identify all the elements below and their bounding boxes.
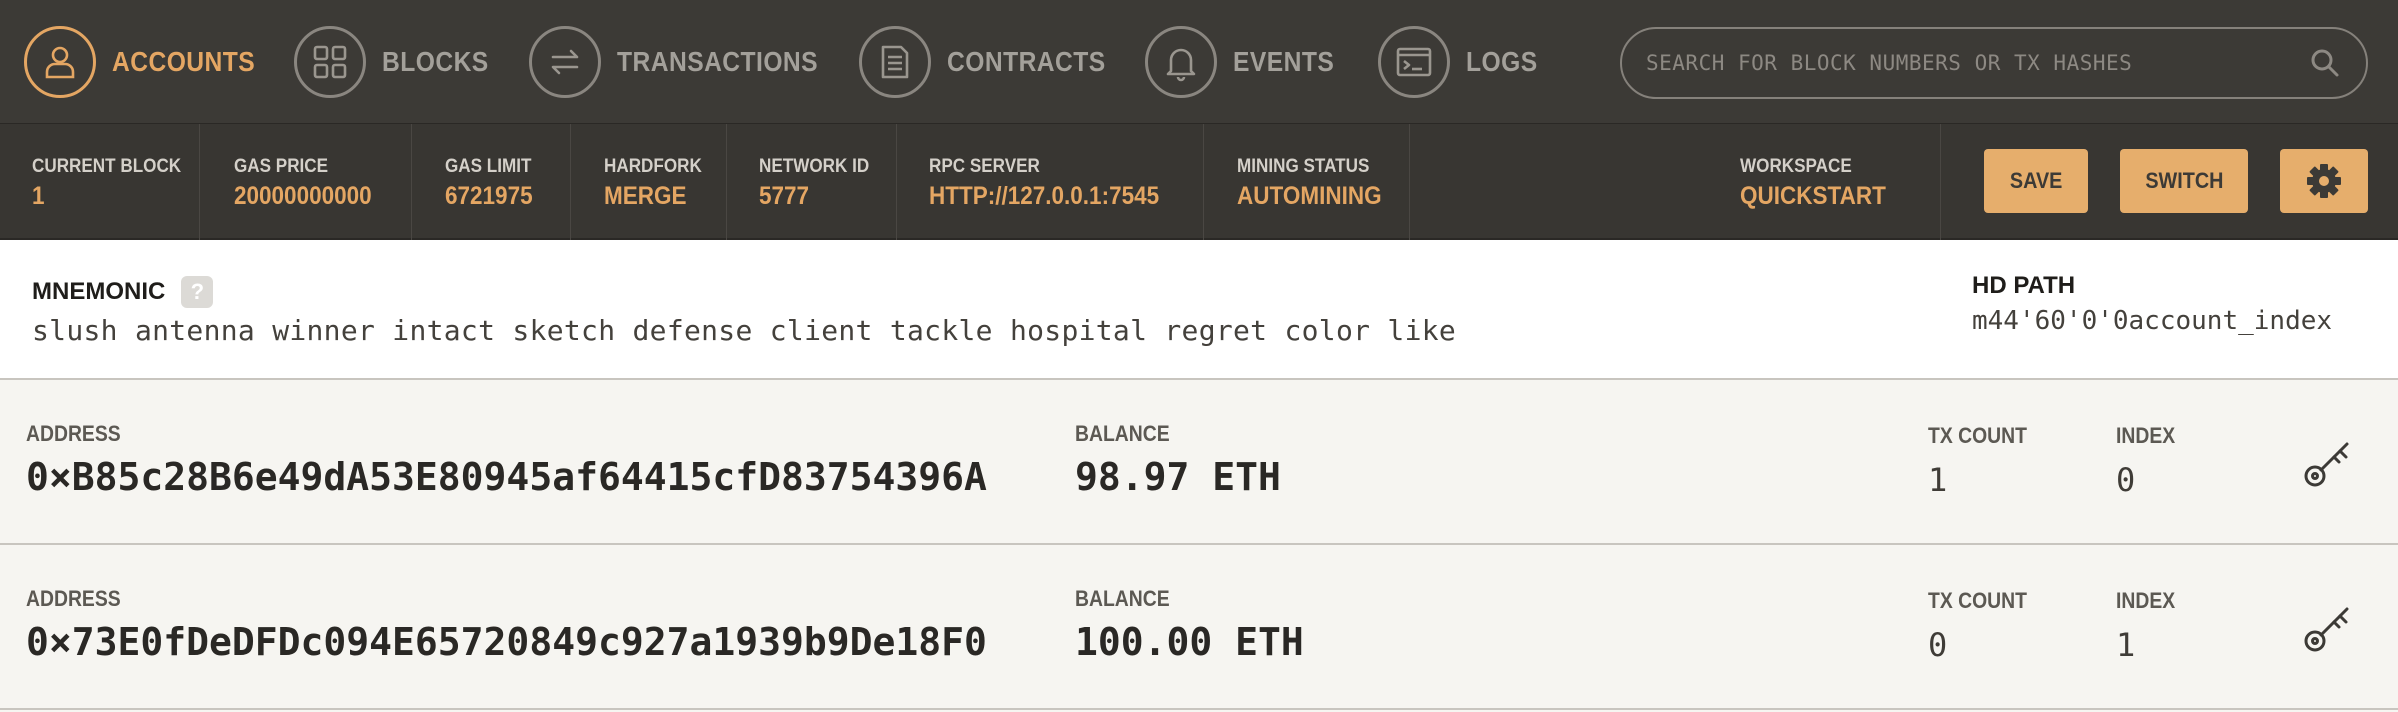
document-icon bbox=[859, 26, 931, 98]
stat-label: MINING STATUS bbox=[1237, 156, 1370, 177]
account-row[interactable]: ADDRESS 0×B85c28B6e49dA53E80945af64415cf… bbox=[0, 381, 2398, 545]
bell-icon bbox=[1145, 26, 1217, 98]
mnemonic-header: MNEMONIC ? bbox=[32, 276, 214, 308]
index-label: INDEX bbox=[2116, 423, 2176, 448]
nav-label: CONTRACTS bbox=[947, 46, 1106, 77]
mnemonic-panel: MNEMONIC ? slush antenna winner intact s… bbox=[0, 240, 2398, 380]
stat-value: QUICKSTART bbox=[1740, 182, 1886, 210]
stat-value: 6721975 bbox=[445, 182, 533, 210]
nav-label: ACCOUNTS bbox=[112, 46, 256, 77]
search-box bbox=[1620, 27, 2368, 99]
hd-path-title: HD PATH bbox=[1972, 272, 2076, 299]
nav-blocks[interactable]: BLOCKS bbox=[294, 26, 503, 98]
search-icon[interactable] bbox=[2308, 46, 2342, 80]
account-address: 0×B85c28B6e49dA53E80945af64415cfD8375439… bbox=[26, 455, 987, 499]
stat-value: 5777 bbox=[759, 182, 810, 210]
mnemonic-title: MNEMONIC bbox=[32, 278, 166, 305]
nav-label: LOGS bbox=[1466, 46, 1538, 77]
stat-label: WORKSPACE bbox=[1740, 156, 1852, 177]
tx-count-label: TX COUNT bbox=[1928, 423, 2027, 448]
key-icon[interactable] bbox=[2300, 600, 2356, 656]
stat-label: CURRENT BLOCK bbox=[32, 156, 182, 177]
stat-value: AUTOMINING bbox=[1237, 182, 1382, 210]
stat-network-id: NETWORK ID 5777 bbox=[727, 124, 897, 240]
transfer-arrows-icon bbox=[529, 26, 601, 98]
index-value: 0 bbox=[2116, 461, 2136, 499]
save-button[interactable]: SAVE bbox=[1984, 149, 2088, 213]
nav-label: BLOCKS bbox=[382, 46, 489, 77]
account-address: 0×73E0fDeDFDc094E65720849c927a1939b9De18… bbox=[26, 620, 987, 664]
stat-label: GAS PRICE bbox=[234, 156, 329, 177]
nav-accounts[interactable]: ACCOUNTS bbox=[24, 26, 275, 98]
tx-count-value: 1 bbox=[1928, 461, 1948, 499]
switch-button[interactable]: SWITCH bbox=[2120, 149, 2248, 213]
balance-label: BALANCE bbox=[1075, 421, 1170, 446]
stat-gas-limit: GAS LIMIT 6721975 bbox=[412, 124, 571, 240]
status-bar: CURRENT BLOCK 1 GAS PRICE 20000000000 GA… bbox=[0, 124, 2398, 240]
nav-transactions[interactable]: TRANSACTIONS bbox=[529, 26, 845, 98]
stat-value: MERGE bbox=[604, 182, 687, 210]
index-label: INDEX bbox=[2116, 588, 2176, 613]
nav-logs[interactable]: LOGS bbox=[1378, 26, 1547, 98]
balance-label: BALANCE bbox=[1075, 586, 1170, 611]
nav-label: EVENTS bbox=[1233, 46, 1335, 77]
hd-path-value: m44'60'0'0account_index bbox=[1972, 306, 2333, 336]
settings-button[interactable] bbox=[2280, 149, 2368, 213]
account-row[interactable]: ADDRESS 0×73E0fDeDFDc094E65720849c927a19… bbox=[0, 546, 2398, 710]
stat-value: 20000000000 bbox=[234, 182, 372, 210]
nav-contracts[interactable]: CONTRACTS bbox=[859, 26, 1127, 98]
account-balance: 98.97 ETH bbox=[1075, 455, 1281, 499]
index-value: 1 bbox=[2116, 626, 2136, 664]
address-label: ADDRESS bbox=[26, 586, 121, 611]
blocks-icon bbox=[294, 26, 366, 98]
stat-value: HTTP://127.0.0.1:7545 bbox=[929, 182, 1160, 210]
tx-count-value: 0 bbox=[1928, 626, 1948, 664]
stat-current-block: CURRENT BLOCK 1 bbox=[0, 124, 200, 240]
top-navigation: ACCOUNTS BLOCKS TRANSACTIONS CONTRACTS E… bbox=[0, 0, 2398, 124]
user-icon bbox=[24, 26, 96, 98]
address-label: ADDRESS bbox=[26, 421, 121, 446]
stat-label: NETWORK ID bbox=[759, 156, 870, 177]
nav-events[interactable]: EVENTS bbox=[1145, 26, 1348, 98]
nav-label: TRANSACTIONS bbox=[617, 46, 819, 77]
gear-icon bbox=[2304, 161, 2344, 201]
stat-value: 1 bbox=[32, 182, 45, 210]
stat-label: RPC SERVER bbox=[929, 156, 1040, 177]
stat-label: GAS LIMIT bbox=[445, 156, 532, 177]
stat-gas-price: GAS PRICE 20000000000 bbox=[200, 124, 412, 240]
stat-rpc-server: RPC SERVER HTTP://127.0.0.1:7545 bbox=[897, 124, 1204, 240]
terminal-icon bbox=[1378, 26, 1450, 98]
account-balance: 100.00 ETH bbox=[1075, 620, 1304, 664]
search-input[interactable] bbox=[1646, 51, 2308, 75]
mnemonic-words: slush antenna winner intact sketch defen… bbox=[32, 314, 1457, 347]
stat-workspace: WORKSPACE QUICKSTART bbox=[1708, 124, 1941, 240]
key-icon[interactable] bbox=[2300, 435, 2356, 491]
help-icon[interactable]: ? bbox=[181, 276, 214, 308]
stat-hardfork: HARDFORK MERGE bbox=[571, 124, 727, 240]
tx-count-label: TX COUNT bbox=[1928, 588, 2027, 613]
stat-mining-status: MINING STATUS AUTOMINING bbox=[1204, 124, 1410, 240]
stat-label: HARDFORK bbox=[604, 156, 702, 177]
